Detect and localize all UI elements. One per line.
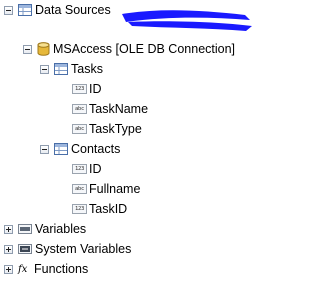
- tree-label: Functions: [34, 262, 89, 276]
- redaction-scribble: [122, 10, 252, 31]
- tree-node-field[interactable]: abc TaskType: [72, 120, 142, 138]
- tree-node-data-sources[interactable]: Data Sources: [4, 1, 111, 19]
- collapse-icon[interactable]: [4, 5, 13, 15]
- tree-label: TaskType: [89, 122, 142, 136]
- collapse-icon[interactable]: [40, 64, 49, 74]
- tree-node-connection[interactable]: MSAccess [OLE DB Connection]: [23, 40, 235, 58]
- expand-icon[interactable]: [4, 224, 13, 234]
- table-icon: [54, 143, 68, 155]
- tree-node-field[interactable]: abc Fullname: [72, 180, 140, 198]
- text-type-icon: abc: [72, 124, 87, 134]
- database-icon: [37, 42, 50, 56]
- tree-label: TaskName: [89, 102, 149, 116]
- expand-icon[interactable]: [4, 244, 13, 254]
- tree-node-functions[interactable]: fx Functions: [4, 260, 88, 278]
- tree-label: ID: [89, 82, 102, 96]
- collapse-icon[interactable]: [23, 44, 32, 54]
- tree-node-table-contacts[interactable]: Contacts: [40, 140, 120, 158]
- tree-label: TaskID: [89, 202, 128, 216]
- system-variable-icon: [18, 244, 32, 254]
- expand-icon[interactable]: [4, 264, 13, 274]
- table-icon: [18, 4, 32, 16]
- tree-label: Variables: [35, 222, 87, 236]
- table-icon: [54, 63, 68, 75]
- tree-node-variables[interactable]: Variables: [4, 220, 86, 238]
- tree-node-field[interactable]: 123 TaskID: [72, 200, 127, 218]
- tree-label: Tasks: [71, 62, 103, 76]
- tree-label: Data Sources: [35, 3, 111, 17]
- numeric-type-icon: 123: [72, 84, 87, 94]
- function-icon: fx: [18, 263, 28, 275]
- tree-label: Fullname: [89, 182, 141, 196]
- tree-node-system-variables[interactable]: System Variables: [4, 240, 131, 258]
- numeric-type-icon: 123: [72, 204, 87, 214]
- tree-label: ID: [89, 162, 102, 176]
- text-type-icon: abc: [72, 184, 87, 194]
- text-type-icon: abc: [72, 104, 87, 114]
- tree-node-field[interactable]: 123 ID: [72, 160, 102, 178]
- tree-node-field[interactable]: 123 ID: [72, 80, 102, 98]
- tree-node-field[interactable]: abc TaskName: [72, 100, 148, 118]
- tree-label: System Variables: [35, 242, 132, 256]
- collapse-icon[interactable]: [40, 144, 49, 154]
- tree-label: MSAccess [OLE DB Connection]: [53, 42, 236, 56]
- tree-node-table-tasks[interactable]: Tasks: [40, 60, 103, 78]
- tree-label: Contacts: [71, 142, 121, 156]
- variable-icon: [18, 224, 32, 234]
- numeric-type-icon: 123: [72, 164, 87, 174]
